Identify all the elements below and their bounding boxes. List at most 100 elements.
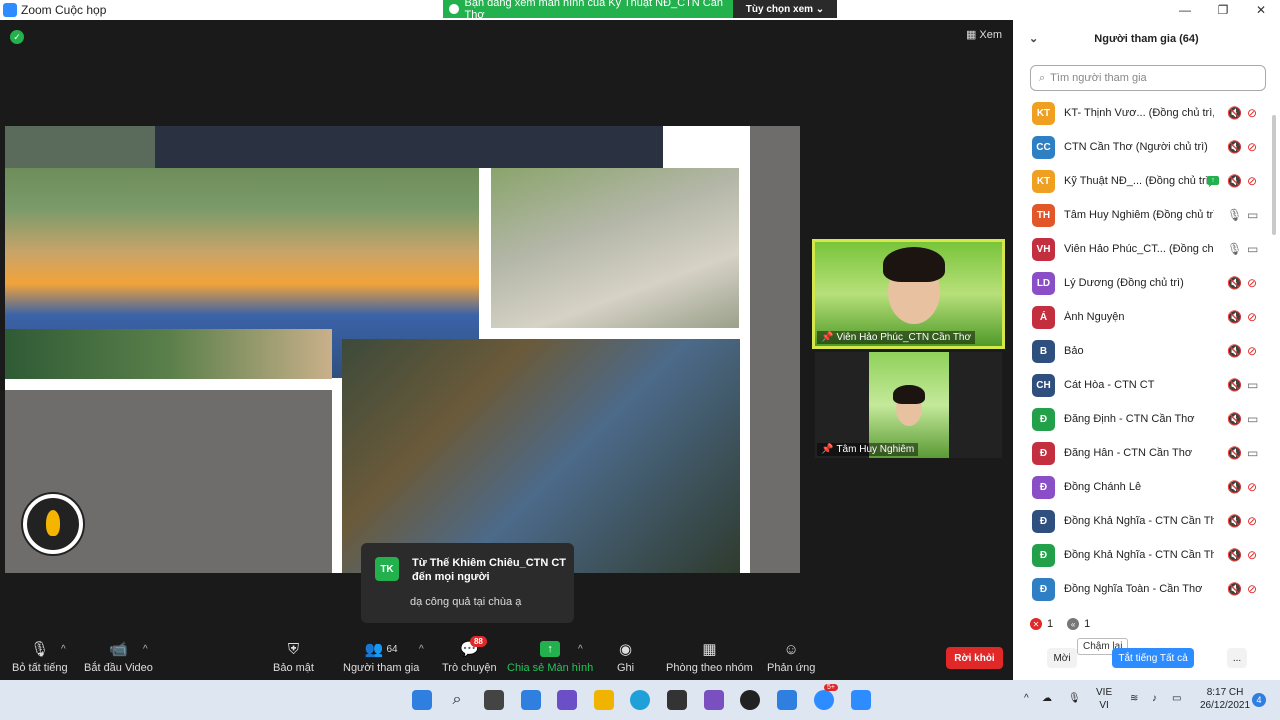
participant-row[interactable]: Đ Đăng Định - CTN Cần Thơ 🔇 ▭ xyxy=(1013,402,1271,436)
muted-microphone-icon[interactable]: 🔇 xyxy=(1227,514,1242,528)
volume-icon[interactable]: ♪ xyxy=(1152,692,1157,705)
participant-avatar: KT xyxy=(1032,101,1055,125)
muted-microphone-icon[interactable]: 🔇 xyxy=(1227,276,1242,290)
participant-list-scrollbar[interactable] xyxy=(1272,115,1276,235)
participant-row[interactable]: CH Cát Hòa - CTN CT 🔇 ▭ xyxy=(1013,368,1271,402)
close-button[interactable]: ✕ xyxy=(1242,0,1280,20)
camera-icon[interactable]: ▭ xyxy=(1247,412,1258,426)
windows-start-icon[interactable] xyxy=(412,690,432,710)
camera-icon[interactable]: ▭ xyxy=(1247,378,1258,392)
minimize-button[interactable]: — xyxy=(1166,0,1204,20)
camera-off-icon[interactable]: ⊘ xyxy=(1247,106,1257,120)
participant-row[interactable]: B Bảo 🔇 ⊘ xyxy=(1013,334,1271,368)
camera-off-icon[interactable]: ⊘ xyxy=(1247,310,1257,324)
camera-off-icon[interactable]: ⊘ xyxy=(1247,548,1257,562)
participants-button[interactable]: 👥 64 Người tham gia xyxy=(343,640,419,674)
camera-icon[interactable]: ▭ xyxy=(1247,208,1258,222)
participant-search-input[interactable]: ⌕ Tìm người tham gia xyxy=(1030,65,1266,91)
view-layout-button[interactable]: ▦ Xem xyxy=(966,28,1002,42)
xbox-icon[interactable] xyxy=(740,690,760,710)
microphone-tray-icon[interactable]: 🎙 xyxy=(1068,692,1081,705)
edge-browser-icon[interactable] xyxy=(630,690,650,710)
record-button[interactable]: ◉ Ghi xyxy=(617,640,634,674)
mute-all-panel-button[interactable]: Tắt tiếng Tất cả xyxy=(1112,648,1194,668)
file-explorer-icon[interactable] xyxy=(594,690,614,710)
teams-chat-icon[interactable] xyxy=(557,690,577,710)
more-options-button[interactable]: ... xyxy=(1227,648,1247,668)
participant-row[interactable]: Đ Đăng Hân - CTN Cần Thơ 🔇 ▭ xyxy=(1013,436,1271,470)
participant-row[interactable]: LD Lý Dương (Đồng chủ trì) 🔇 ⊘ xyxy=(1013,266,1271,300)
tray-chevron-icon[interactable]: ^ xyxy=(1024,692,1029,705)
participants-options-chevron[interactable]: ^ xyxy=(419,644,424,655)
breakout-rooms-button[interactable]: ▦ Phòng theo nhóm xyxy=(666,640,753,674)
chat-notification-toast[interactable]: TK Từ Thế Khiêm Chiêu_CTN CT đến mọi ngư… xyxy=(361,543,574,623)
smiley-icon: ☺ xyxy=(783,640,799,658)
muted-microphone-icon[interactable]: 🔇 xyxy=(1227,480,1242,494)
microphone-icon[interactable]: 🎙 xyxy=(1227,208,1242,222)
video-options-chevron[interactable]: ^ xyxy=(143,644,148,655)
language-indicator[interactable]: VIE VI xyxy=(1096,686,1112,712)
participant-row[interactable]: KT KT- Thịnh Vươ... (Đồng chủ trì, tôi) 🔇 ⊘ xyxy=(1013,96,1271,130)
collapse-chevron-icon[interactable]: ⌄ xyxy=(1029,32,1038,45)
muted-microphone-icon[interactable]: 🔇 xyxy=(1227,412,1242,426)
participant-row[interactable]: TH Tâm Huy Nghiêm (Đồng chủ trì) 🎙 ▭ xyxy=(1013,198,1271,232)
video-tile-participant[interactable]: 📌 Tâm Huy Nghiêm xyxy=(815,352,1002,458)
audio-options-chevron[interactable]: ^ xyxy=(61,644,66,655)
camera-off-icon[interactable]: ⊘ xyxy=(1247,140,1257,154)
wifi-icon[interactable]: ≋ xyxy=(1130,692,1138,705)
zalo-icon[interactable]: 5+ xyxy=(814,684,838,710)
participant-row[interactable]: CC CTN Cần Thơ (Người chủ trì) 🔇 ⊘ xyxy=(1013,130,1271,164)
participant-row[interactable]: Á Ánh Nguyện 🔇 ⊘ xyxy=(1013,300,1271,334)
participant-row[interactable]: Đ Đồng Nghĩa Toàn - Cần Thơ 🔇 ⊘ xyxy=(1013,572,1271,606)
camera-off-icon[interactable]: ⊘ xyxy=(1247,174,1257,188)
encryption-shield-icon[interactable]: ✓ xyxy=(10,30,24,44)
chat-button[interactable]: 💬 88 Trò chuyện xyxy=(442,636,497,674)
camera-off-icon[interactable]: ⊘ xyxy=(1247,344,1257,358)
clock[interactable]: 8:17 CH 26/12/2021 xyxy=(1200,686,1250,712)
video-tile-active-speaker[interactable]: 📌 Viên Hảo Phúc_CTN Cần Thơ xyxy=(812,239,1005,349)
participant-row[interactable]: Đ Đồng Khả Nghĩa - CTN Cần Thơ 🔇 ⊘ xyxy=(1013,504,1271,538)
participant-list[interactable]: KT KT- Thịnh Vươ... (Đồng chủ trì, tôi) 🔇 ⊘… xyxy=(1013,96,1271,606)
muted-microphone-icon[interactable]: 🔇 xyxy=(1227,310,1242,324)
app-icon-purple[interactable] xyxy=(704,690,724,710)
muted-microphone-icon[interactable]: 🔇 xyxy=(1227,548,1242,562)
cloud-icon[interactable]: ☁ xyxy=(1042,692,1052,705)
leave-meeting-button[interactable]: Rời khỏi xyxy=(946,647,1003,669)
camera-icon[interactable]: ▭ xyxy=(1247,242,1258,256)
store-icon[interactable] xyxy=(667,690,687,710)
camera-off-icon[interactable]: ⊘ xyxy=(1247,514,1257,528)
search-icon[interactable]: ⌕ xyxy=(447,690,467,710)
camera-off-icon[interactable]: ⊘ xyxy=(1247,276,1257,290)
muted-microphone-icon[interactable]: 🔇 xyxy=(1227,174,1242,188)
muted-microphone-icon[interactable]: 🔇 xyxy=(1227,106,1242,120)
notification-badge[interactable]: 4 xyxy=(1252,693,1266,707)
muted-microphone-icon[interactable]: 🔇 xyxy=(1227,344,1242,358)
view-options-button[interactable]: Tùy chọn xem ⌄ xyxy=(733,0,837,18)
muted-microphone-icon[interactable]: 🔇 xyxy=(1227,140,1242,154)
app-window-icon[interactable] xyxy=(777,690,797,710)
organization-logo-icon xyxy=(23,494,83,554)
camera-off-icon[interactable]: ⊘ xyxy=(1247,480,1257,494)
camera-off-icon[interactable]: ⊘ xyxy=(1247,582,1257,596)
reaction-no[interactable]: ✕ 1 xyxy=(1030,618,1053,630)
participant-row[interactable]: Đ Đồng Chánh Lễ 🔇 ⊘ xyxy=(1013,470,1271,504)
muted-microphone-icon[interactable]: 🔇 xyxy=(1227,446,1242,460)
reactions-button[interactable]: ☺ Phản ứng xyxy=(767,640,815,675)
participant-row[interactable]: VH Viên Hảo Phúc_CT... (Đồng chủ trì) 🎙 ▭ xyxy=(1013,232,1271,266)
security-button[interactable]: ⛨ Bảo mật xyxy=(273,640,314,675)
muted-microphone-icon[interactable]: 🔇 xyxy=(1227,378,1242,392)
reaction-slow-down[interactable]: «1 xyxy=(1067,618,1090,630)
battery-icon[interactable]: ▭ xyxy=(1172,692,1181,705)
participant-row[interactable]: KT Kỹ Thuật NĐ_... (Đồng chủ trì) ↑ 🔇 ⊘ xyxy=(1013,164,1271,198)
task-view-icon[interactable] xyxy=(484,690,504,710)
muted-microphone-icon[interactable]: 🔇 xyxy=(1227,582,1242,596)
widgets-icon[interactable] xyxy=(521,690,541,710)
participant-row[interactable]: Đ Đồng Khả Nghĩa - CTN Cần Thơ (... 🔇 ⊘ xyxy=(1013,538,1271,572)
invite-button[interactable]: Mời xyxy=(1047,648,1077,668)
zoom-taskbar-icon[interactable] xyxy=(851,690,871,710)
microphone-icon[interactable]: 🎙 xyxy=(1227,242,1242,256)
share-options-chevron[interactable]: ^ xyxy=(578,644,583,655)
camera-icon[interactable]: ▭ xyxy=(1247,446,1258,460)
mute-all-button[interactable]: 🎙 Bỏ tất tiếng xyxy=(12,640,68,674)
maximize-button[interactable]: ❐ xyxy=(1204,0,1242,20)
